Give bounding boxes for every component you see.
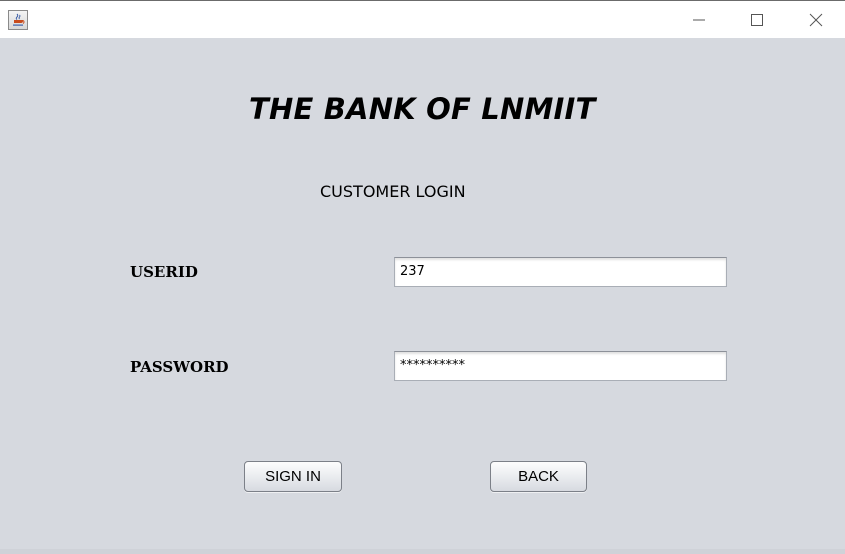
bottom-edge (0, 549, 845, 554)
maximize-button[interactable] (728, 1, 786, 38)
bank-title: THE BANK OF LNMIIT (249, 92, 596, 126)
application-window: THE BANK OF LNMIIT CUSTOMER LOGIN USERID… (0, 0, 845, 554)
maximize-icon (751, 13, 763, 26)
minimize-button[interactable] (670, 1, 728, 38)
userid-input[interactable]: 237 (394, 257, 727, 287)
java-cup-icon[interactable] (8, 10, 28, 30)
password-label: PASSWORD (130, 358, 229, 376)
close-button[interactable] (787, 1, 845, 38)
back-button[interactable]: BACK (490, 461, 587, 492)
minimize-icon (693, 19, 705, 20)
close-icon (809, 13, 823, 26)
sign-in-button[interactable]: SIGN IN (244, 461, 342, 492)
title-bar (0, 0, 845, 38)
customer-login-heading: CUSTOMER LOGIN (320, 182, 466, 201)
userid-label: USERID (130, 263, 198, 281)
password-input[interactable]: ********** (394, 351, 727, 381)
